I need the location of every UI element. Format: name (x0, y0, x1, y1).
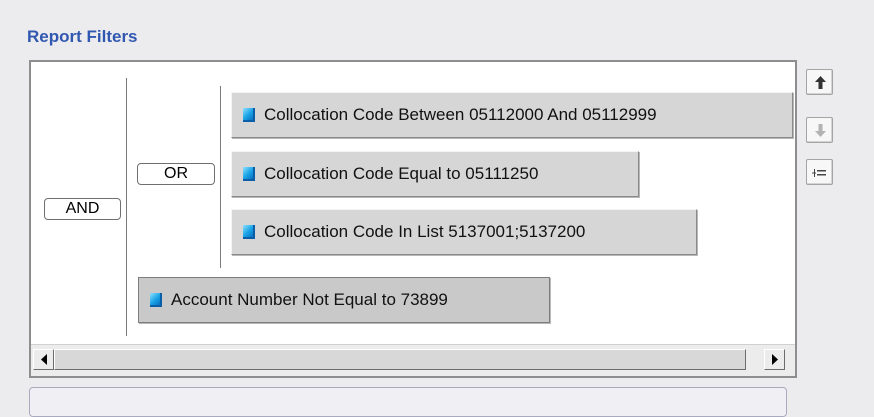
move-up-button[interactable] (806, 69, 833, 95)
and-connector-line (126, 78, 127, 336)
filter-icon (150, 293, 162, 307)
filter-tree-panel: AND OR Collocation Code Between 05112000… (29, 60, 797, 378)
scroll-left-button[interactable] (33, 349, 54, 370)
filter-icon (243, 225, 255, 239)
or-operator-button[interactable]: OR (137, 163, 215, 185)
or-connector-line (220, 86, 221, 268)
arrow-down-icon (815, 124, 826, 137)
filter-item[interactable]: Collocation Code Between 05112000 And 05… (231, 92, 793, 138)
move-down-button[interactable] (806, 117, 833, 143)
arrow-left-icon (41, 354, 47, 365)
scroll-right-button[interactable] (764, 349, 785, 370)
indent-button[interactable] (806, 159, 833, 185)
indent-icon (812, 169, 826, 177)
filter-icon (243, 167, 255, 181)
filter-icon (243, 108, 255, 122)
scroll-thumb[interactable] (54, 349, 746, 370)
arrow-up-icon (815, 76, 826, 89)
and-operator-button[interactable]: AND (44, 198, 121, 220)
filter-item[interactable]: Collocation Code In List 5137001;5137200 (231, 209, 697, 255)
filter-label: Account Number Not Equal to 73899 (171, 290, 448, 309)
filter-label: Collocation Code In List 5137001;5137200 (264, 222, 586, 241)
panel-title: Report Filters (27, 27, 138, 46)
filter-label: Collocation Code Between 05112000 And 05… (264, 105, 657, 124)
filter-item[interactable]: Account Number Not Equal to 73899 (138, 277, 550, 323)
filter-label: Collocation Code Equal to 05111250 (264, 164, 539, 183)
filter-item[interactable]: Collocation Code Equal to 05111250 (231, 151, 639, 197)
filter-detail-box (29, 387, 787, 417)
arrow-right-icon (772, 354, 778, 365)
horizontal-scrollbar[interactable] (31, 344, 795, 376)
